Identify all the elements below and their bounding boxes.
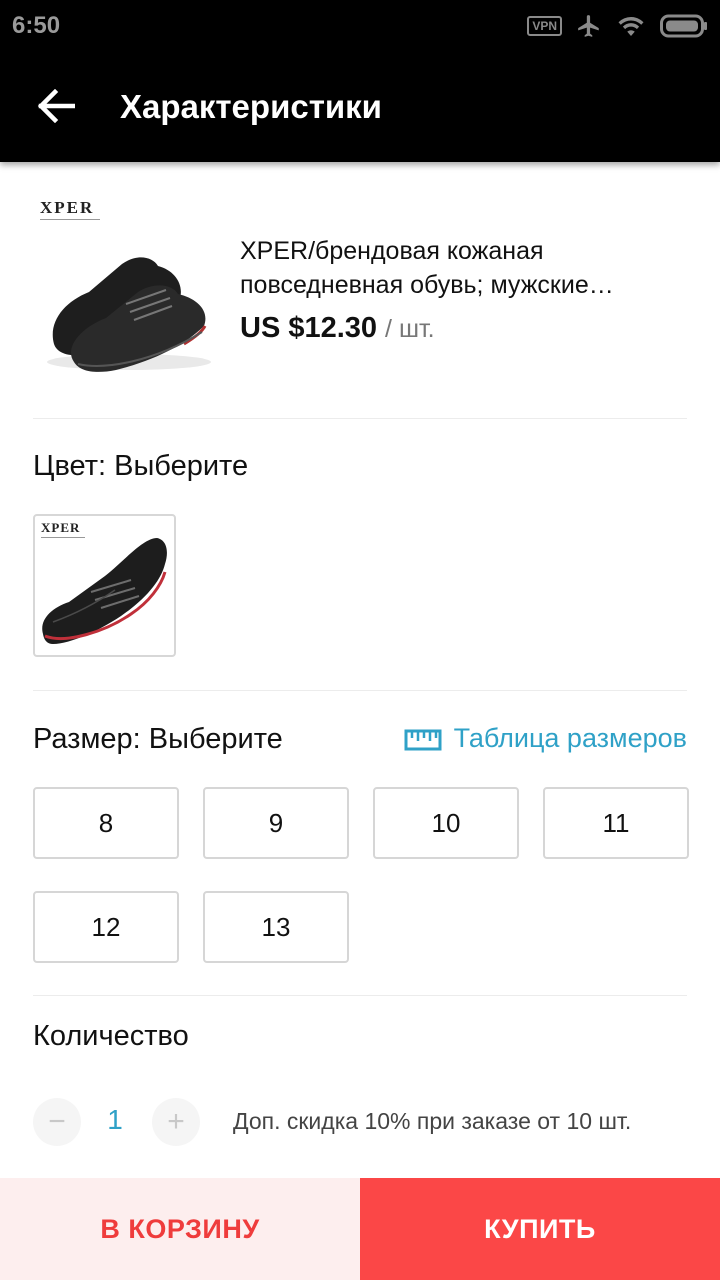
size-label: Размер: Выберите — [33, 723, 283, 755]
minus-button[interactable]: − — [33, 1098, 81, 1146]
size-option-11[interactable]: 11 — [543, 787, 689, 859]
app-bar: Характеристики — [0, 52, 720, 162]
ruler-icon — [404, 729, 442, 750]
battery-icon — [660, 14, 707, 38]
color-option[interactable]: XPER — [33, 514, 176, 657]
arrow-left-icon — [37, 89, 75, 123]
back-button[interactable] — [30, 80, 82, 132]
bulk-discount-note: Доп. скидка 10% при заказе от 10 шт. — [233, 1108, 632, 1134]
airplane-icon — [578, 15, 599, 37]
divider — [33, 690, 687, 691]
price-unit: / шт. — [385, 315, 435, 343]
status-time: 6:50 — [12, 12, 61, 39]
color-label: Цвет: Выберите — [33, 450, 249, 482]
size-option-8[interactable]: 8 — [33, 787, 179, 859]
page-title: Характеристики — [120, 88, 382, 125]
price-row: US $12.30 / шт. — [240, 312, 435, 345]
size-option-10[interactable]: 10 — [373, 787, 519, 859]
size-option-9[interactable]: 9 — [203, 787, 349, 859]
minus-icon: − — [48, 1105, 66, 1138]
plus-icon: + — [167, 1105, 185, 1138]
quantity-stepper: − 1 + Доп. скидка 10% при заказе от 10 ш… — [33, 1094, 687, 1150]
size-option-13[interactable]: 13 — [203, 891, 349, 963]
shoe-image — [47, 257, 211, 372]
product-image: XPER — [34, 194, 220, 380]
quantity-value[interactable]: 1 — [103, 1104, 127, 1136]
status-bar: 6:50 VPN — [0, 0, 720, 52]
size-option-12[interactable]: 12 — [33, 891, 179, 963]
divider — [33, 995, 687, 996]
plus-button[interactable]: + — [152, 1098, 200, 1146]
buy-now-button[interactable]: КУПИТЬ — [360, 1178, 720, 1280]
product-title[interactable]: XPER/брендовая кожаная повседневная обув… — [240, 234, 690, 302]
bottom-action-bar: В КОРЗИНУ КУПИТЬ — [0, 1178, 720, 1280]
product-summary: XPER XPER/брендовая кожаная повседневная… — [0, 162, 720, 418]
shoe-image — [42, 538, 167, 644]
divider — [33, 418, 687, 419]
size-table-link[interactable]: Таблица размеров — [404, 723, 687, 754]
quantity-label: Количество — [33, 1020, 189, 1052]
vpn-icon: VPN — [527, 16, 562, 36]
add-to-cart-button[interactable]: В КОРЗИНУ — [0, 1178, 360, 1280]
size-table-label: Таблица размеров — [453, 723, 687, 753]
status-icons: VPN — [527, 12, 708, 40]
wifi-icon — [618, 16, 644, 36]
product-price: US $12.30 — [240, 312, 378, 344]
